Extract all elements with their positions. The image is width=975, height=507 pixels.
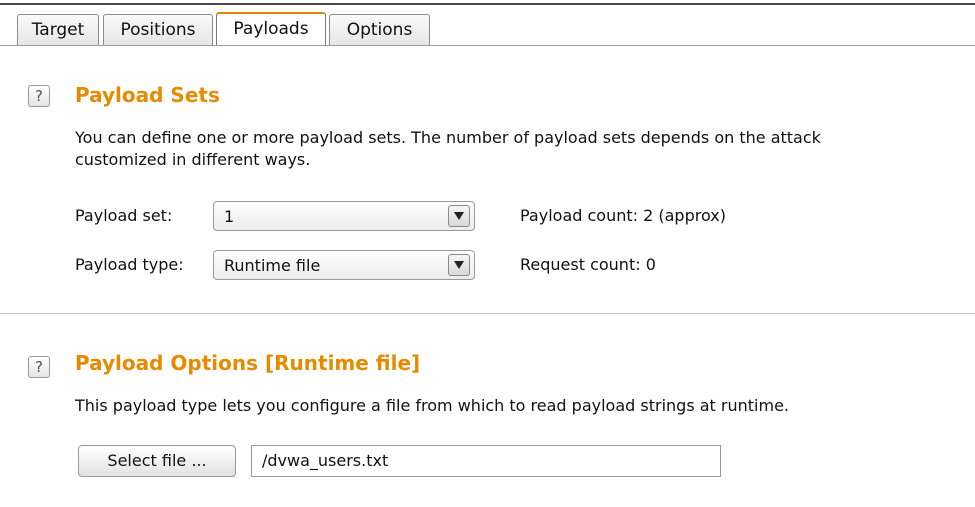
payload-set-value: 1 [224,207,235,226]
tab-bar: Target Positions Payloads Options [0,0,975,47]
payload-set-dropdown[interactable]: 1 [213,201,475,231]
payload-type-dropdown[interactable]: Runtime file [213,250,475,280]
payload-set-label: Payload set: [75,206,173,225]
payload-count: Payload count: 2 (approx) [520,206,726,225]
tab-payloads[interactable]: Payloads [216,12,326,46]
tab-target[interactable]: Target [17,14,99,45]
tab-positions[interactable]: Positions [103,14,213,45]
section-title-payload-options: Payload Options [Runtime file] [75,351,421,375]
payload-type-label: Payload type: [75,255,184,274]
select-file-button[interactable]: Select file ... [78,445,236,477]
tab-bar-top-rule [0,3,975,5]
chevron-down-icon[interactable] [448,205,470,227]
tab-options[interactable]: Options [329,14,430,45]
payload-sets-description-line1: You can define one or more payload sets.… [75,128,821,147]
help-icon[interactable]: ? [28,356,50,378]
section-title-payload-sets: Payload Sets [75,83,220,107]
chevron-down-icon[interactable] [448,254,470,276]
payloads-panel: ? Payload Sets You can define one or mor… [0,48,975,507]
payload-sets-description-line2: customized in different ways. [75,150,311,169]
file-path-input[interactable]: /dvwa_users.txt [251,445,721,477]
payload-options-description: This payload type lets you configure a f… [75,396,789,415]
request-count: Request count: 0 [520,255,656,274]
payload-type-value: Runtime file [224,256,321,275]
help-icon[interactable]: ? [28,85,50,107]
tab-bar-bottom-rule [0,45,975,46]
section-divider [0,313,975,314]
